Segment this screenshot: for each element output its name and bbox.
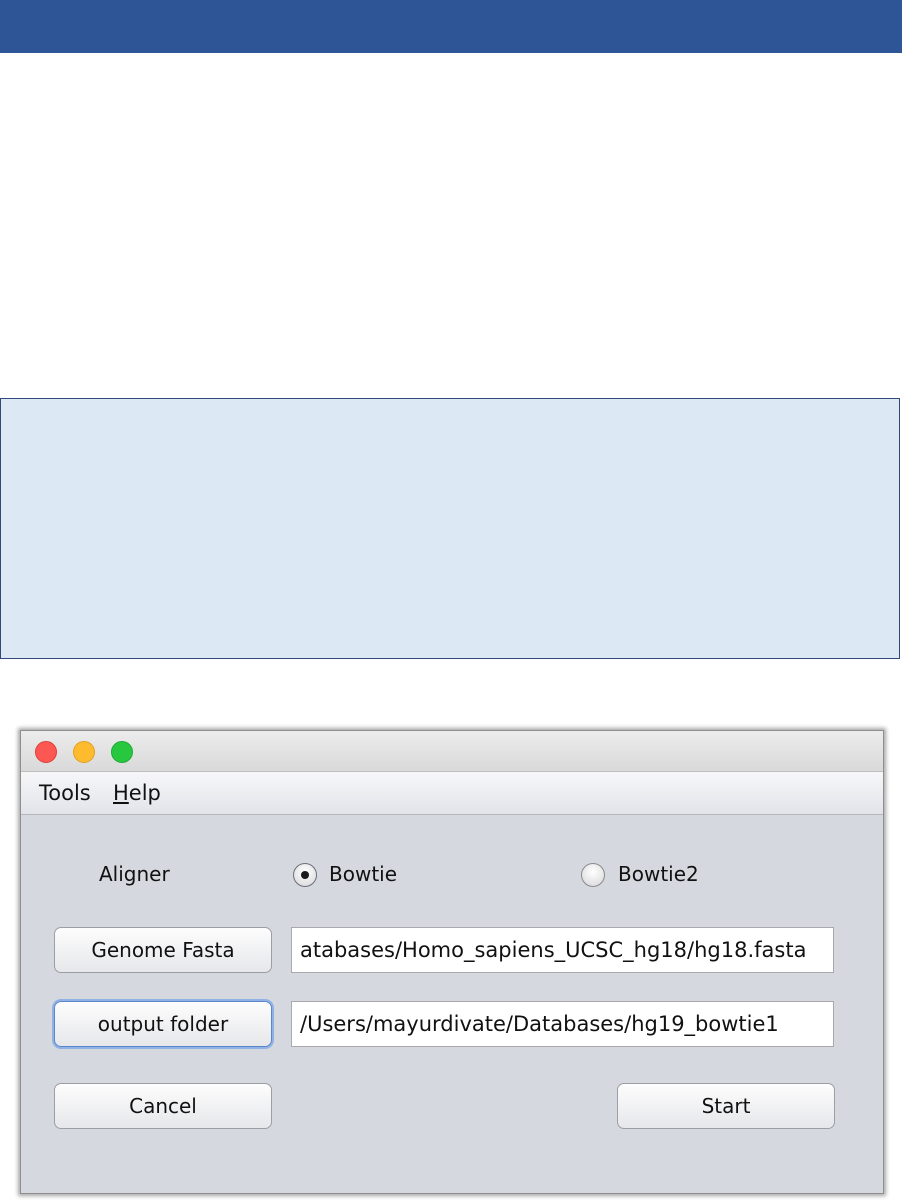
menu-help[interactable]: Help	[113, 781, 161, 805]
menu-tools[interactable]: Tools	[39, 781, 91, 805]
output-folder-button[interactable]: output folder	[54, 1001, 272, 1047]
output-folder-path-field[interactable]: /Users/mayurdivate/Databases/hg19_bowtie…	[291, 1001, 834, 1047]
menu-help-rest: elp	[128, 781, 161, 805]
genome-fasta-path-field[interactable]: atabases/Homo_sapiens_UCSC_hg18/hg18.fas…	[291, 927, 834, 973]
bowtie-radio-label[interactable]: Bowtie	[329, 862, 397, 886]
zoom-icon[interactable]	[111, 741, 133, 763]
bowtie2-radio-label[interactable]: Bowtie2	[618, 862, 699, 886]
app-window: Tools Help Aligner Bowtie Bowtie2 Genome…	[20, 730, 884, 1194]
minimize-icon[interactable]	[73, 741, 95, 763]
bowtie-radio[interactable]	[293, 863, 317, 887]
title-bar[interactable]	[21, 731, 883, 772]
cancel-button[interactable]: Cancel	[54, 1083, 272, 1129]
top-banner	[0, 0, 902, 53]
genome-fasta-button[interactable]: Genome Fasta	[54, 927, 272, 973]
bowtie2-radio[interactable]	[581, 863, 605, 887]
menu-bar: Tools Help	[21, 772, 883, 815]
start-button[interactable]: Start	[617, 1083, 835, 1129]
close-icon[interactable]	[35, 741, 57, 763]
note-box	[0, 398, 900, 659]
menu-help-mnemonic: H	[113, 781, 129, 805]
aligner-label: Aligner	[99, 862, 170, 886]
